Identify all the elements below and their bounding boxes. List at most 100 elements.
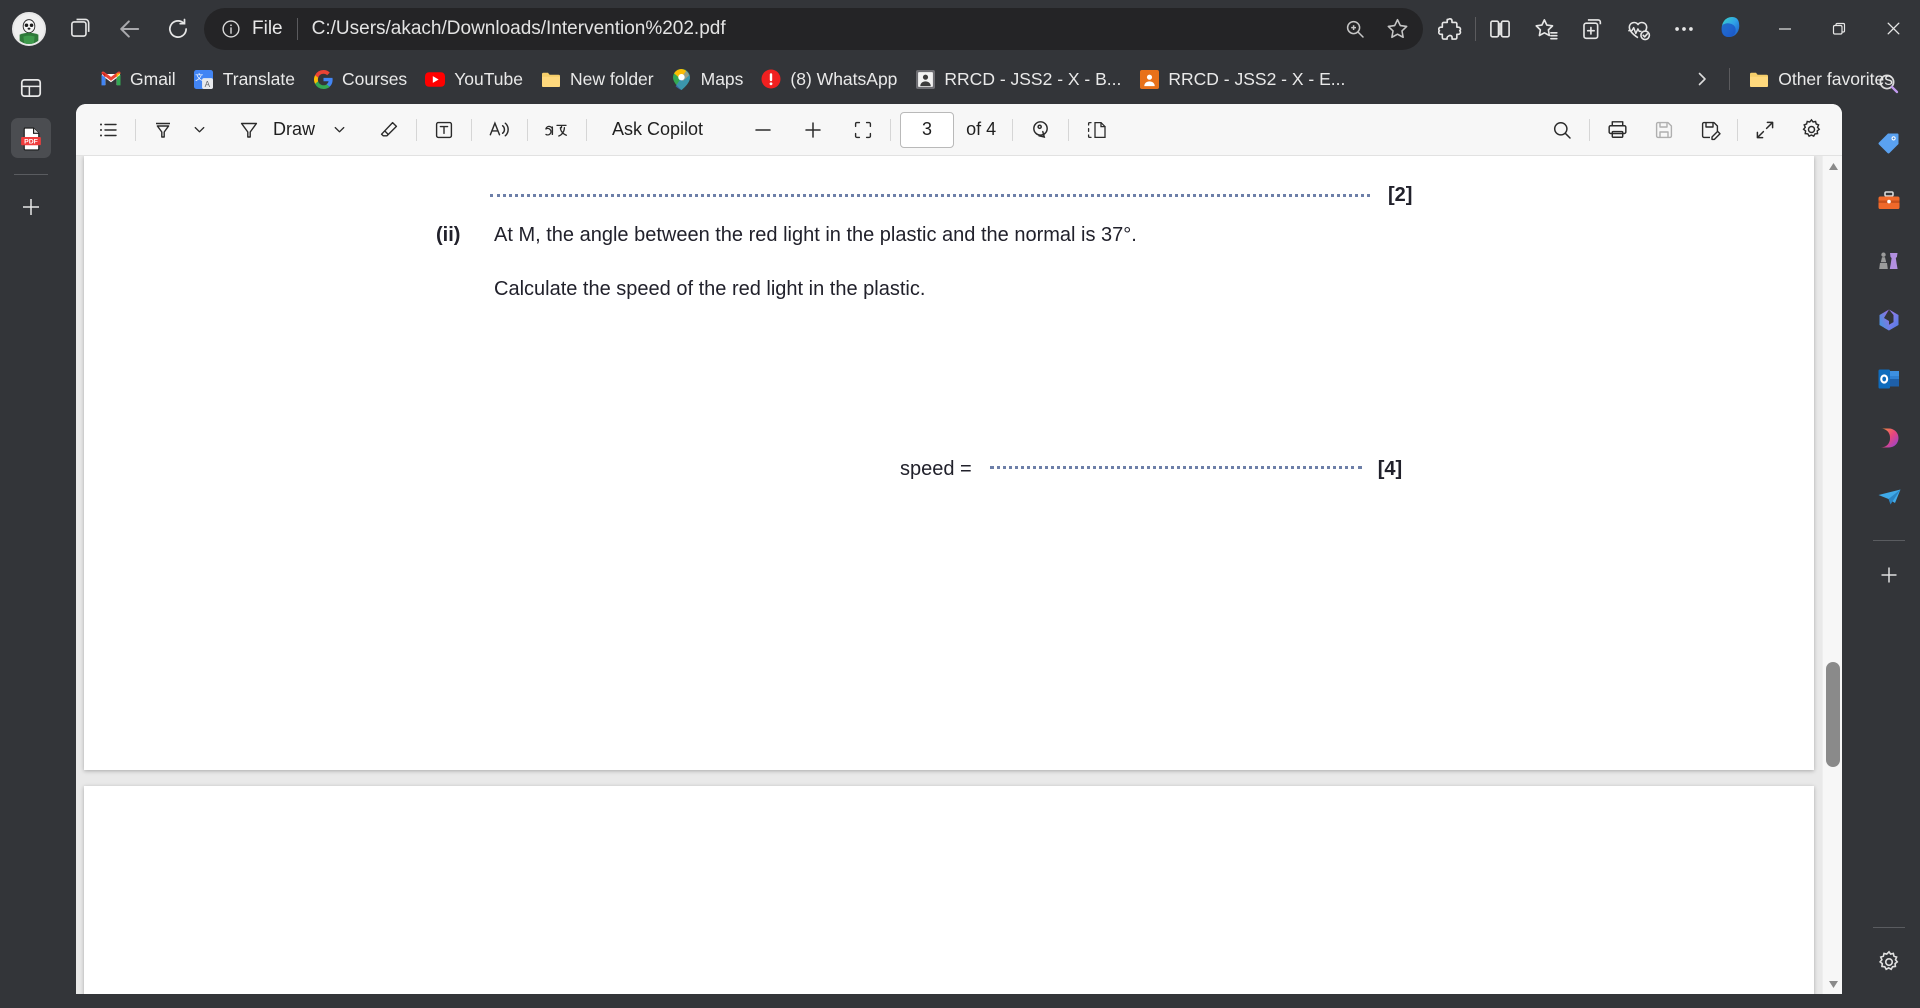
- bookmark-youtube[interactable]: YouTube: [416, 63, 532, 95]
- shopping-tag-icon[interactable]: [1867, 121, 1911, 165]
- bookmark-gmail[interactable]: Gmail: [92, 63, 185, 95]
- split-screen-icon[interactable]: [1482, 11, 1518, 47]
- draw-chevron-down-icon[interactable]: [321, 112, 357, 148]
- search-icon[interactable]: [1544, 112, 1580, 148]
- ask-copilot-button[interactable]: Ask Copilot: [596, 112, 719, 148]
- reload-icon[interactable]: [160, 11, 196, 47]
- contact-gray-icon: [915, 69, 935, 89]
- chevron-right-icon[interactable]: [1685, 63, 1719, 95]
- toolbar-divider-7: [1012, 118, 1014, 141]
- new-tab-plus-icon[interactable]: [11, 187, 51, 227]
- bookmark-label: RRCD - JSS2 - X - E...: [1168, 68, 1346, 89]
- toolbar-divider-6: [890, 118, 892, 141]
- add-text-icon[interactable]: [426, 112, 462, 148]
- vertical-scrollbar[interactable]: [1822, 156, 1842, 994]
- pdf-page-3: [2] (ii) At M, the angle between the red…: [84, 156, 1814, 770]
- marks-label: [4]: [1377, 458, 1403, 480]
- read-aloud-icon[interactable]: [481, 112, 518, 148]
- zoom-in-icon[interactable]: [795, 112, 831, 148]
- page-count-label: of 4: [966, 119, 997, 139]
- highlight-icon[interactable]: [145, 112, 181, 148]
- dotted-rule: [989, 466, 1362, 469]
- back-arrow-icon[interactable]: [112, 11, 148, 47]
- erase-icon[interactable]: [371, 112, 407, 148]
- fit-to-page-icon[interactable]: [845, 112, 881, 148]
- close-icon[interactable]: [1866, 0, 1920, 57]
- add-sidebar-plus-icon[interactable]: [1867, 553, 1911, 597]
- pdf-page-gap: [84, 770, 1814, 786]
- browser-title-bar: File C:/Users/akach/Downloads/Interventi…: [0, 0, 1920, 57]
- address-bar[interactable]: File C:/Users/akach/Downloads/Interventi…: [204, 7, 1423, 50]
- bookmark-translate[interactable]: 文 A Translate: [185, 63, 304, 95]
- question-ii-line: (ii) At M, the angle between the red lig…: [436, 224, 1137, 247]
- bookmark-whatsapp[interactable]: (8) WhatsApp: [752, 63, 906, 95]
- svg-text:A: A: [205, 80, 211, 89]
- extensions-icon[interactable]: [1433, 11, 1469, 47]
- games-chess-icon[interactable]: [1867, 239, 1911, 283]
- marks-label: [2]: [1388, 184, 1413, 206]
- copilot-icon[interactable]: [1714, 11, 1750, 47]
- designer-icon[interactable]: [1867, 416, 1911, 460]
- save-as-icon[interactable]: [1692, 112, 1728, 148]
- answer-speed-line: speed = [4]: [900, 458, 1402, 481]
- telegram-icon[interactable]: [1867, 475, 1911, 519]
- address-right-icons: [1337, 11, 1415, 47]
- gmail-icon: [101, 69, 121, 89]
- scroll-down-arrow-icon[interactable]: [1823, 974, 1842, 994]
- outlook-icon[interactable]: [1867, 357, 1911, 401]
- rail-divider-right: [1873, 540, 1905, 541]
- save-icon[interactable]: [1646, 112, 1682, 148]
- zoom-in-icon[interactable]: [1337, 11, 1373, 47]
- bookmark-new-folder[interactable]: New folder: [532, 63, 663, 95]
- sidebar-settings-gear-icon[interactable]: [1867, 940, 1911, 984]
- pdf-viewer: Draw Ask Copilot 3 of 4 [2] (ii) At M, t…: [76, 104, 1842, 994]
- tools-toolbox-icon[interactable]: [1867, 180, 1911, 224]
- toolbar-divider-5: [586, 118, 588, 141]
- bookmark-label: Translate: [222, 68, 296, 89]
- bookmark-label: RRCD - JSS2 - X - B...: [944, 68, 1122, 89]
- favorites-icon[interactable]: [1528, 11, 1564, 47]
- scroll-thumb[interactable]: [1826, 662, 1840, 767]
- pdf-tab-icon[interactable]: PDF: [11, 118, 51, 158]
- rail-divider: [14, 174, 48, 175]
- address-url-text[interactable]: C:/Users/akach/Downloads/Intervention%20…: [312, 18, 1337, 40]
- youtube-icon: [425, 69, 446, 89]
- bookmark-courses[interactable]: Courses: [304, 63, 416, 95]
- profile-avatar[interactable]: [12, 11, 46, 46]
- question-instruction-line: Calculate the speed of the red light in …: [494, 278, 925, 301]
- browser-essentials-health-icon[interactable]: [1620, 11, 1656, 47]
- browser-essentials-icon[interactable]: [62, 11, 98, 47]
- microsoft-365-icon[interactable]: [1867, 298, 1911, 342]
- draw-icon[interactable]: [231, 112, 267, 148]
- bookmarks-divider: [1729, 68, 1731, 90]
- minimize-icon[interactable]: [1758, 0, 1812, 57]
- bookmark-maps[interactable]: Maps: [663, 63, 753, 95]
- other-favorites-button[interactable]: Other favorites: [1740, 63, 1902, 95]
- page-number-input[interactable]: [900, 111, 955, 148]
- google-icon: [313, 69, 333, 89]
- star-icon[interactable]: [1379, 11, 1415, 47]
- file-info-icon[interactable]: [220, 18, 242, 40]
- translate-icon[interactable]: [537, 112, 577, 148]
- restore-icon[interactable]: [1812, 0, 1866, 57]
- scroll-up-arrow-icon[interactable]: [1823, 156, 1842, 176]
- page-view-icon[interactable]: [1078, 112, 1116, 148]
- bookmark-label: Courses: [342, 68, 408, 89]
- bookmark-rrcd-e[interactable]: RRCD - JSS2 - X - E...: [1130, 63, 1354, 95]
- answer-line-1: [2]: [490, 184, 1450, 207]
- collections-icon[interactable]: [1574, 11, 1610, 47]
- table-of-contents-icon[interactable]: [90, 112, 126, 148]
- rotate-icon[interactable]: [1022, 112, 1059, 148]
- draw-label[interactable]: Draw: [267, 119, 321, 140]
- question-marker: (ii): [436, 224, 461, 246]
- left-vertical-tab-rail: PDF: [0, 0, 62, 1008]
- highlight-chevron-down-icon[interactable]: [181, 112, 217, 148]
- tab-actions-icon[interactable]: [11, 68, 51, 108]
- svg-text:PDF: PDF: [24, 138, 38, 145]
- more-options-icon[interactable]: [1666, 11, 1702, 47]
- fullscreen-icon[interactable]: [1747, 112, 1783, 148]
- zoom-out-icon[interactable]: [745, 112, 781, 148]
- print-icon[interactable]: [1599, 112, 1636, 148]
- bookmark-rrcd-b[interactable]: RRCD - JSS2 - X - B...: [906, 63, 1130, 95]
- settings-gear-icon[interactable]: [1793, 112, 1830, 148]
